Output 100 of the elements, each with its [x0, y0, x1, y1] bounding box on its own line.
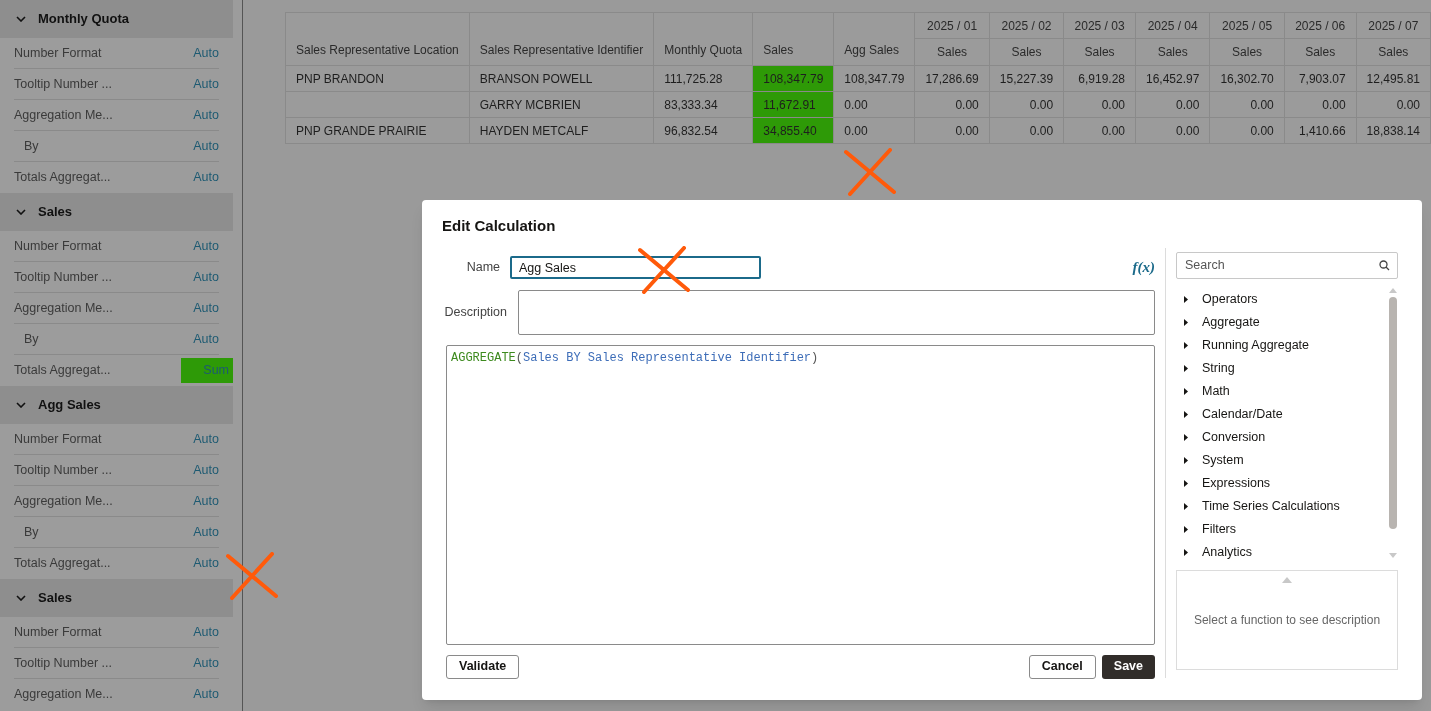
table-cell: 11,672.91: [752, 91, 834, 118]
expand-icon: [1184, 456, 1188, 464]
function-category[interactable]: Analytics: [1176, 540, 1388, 564]
function-category[interactable]: Calendar/Date: [1176, 402, 1388, 426]
table-cell: 0.00: [1135, 117, 1210, 144]
cross-mark-drawing: [636, 246, 692, 294]
table-cell: 17,286.69: [914, 65, 990, 92]
property-label: Totals Aggregat...: [14, 555, 111, 573]
section-header[interactable]: Sales: [0, 579, 233, 617]
scroll-up-icon[interactable]: [1389, 287, 1397, 293]
property-label: Tooltip Number ...: [14, 268, 112, 286]
chevron-icon: [16, 402, 26, 408]
property-label: Number Format: [14, 44, 102, 62]
description-label: Description: [443, 303, 508, 321]
column-header: 2025 / 02: [989, 12, 1064, 39]
cross-mark-drawing: [224, 552, 280, 600]
property-label: Tooltip Number ...: [14, 461, 112, 479]
function-category[interactable]: Running Aggregate: [1176, 333, 1388, 357]
table-cell: 1,410.66: [1284, 117, 1357, 144]
property-label: Totals Aggregat...: [14, 169, 111, 187]
table-cell: 7,903.07: [1284, 65, 1357, 92]
table-cell: 6,919.28: [1063, 65, 1136, 92]
function-category[interactable]: Operators: [1176, 287, 1388, 311]
property-label: Number Format: [14, 430, 102, 448]
table-cell: 0.00: [1209, 91, 1285, 118]
table-cell: 0.00: [914, 91, 990, 118]
formula-editor[interactable]: AGGREGATE(Sales BY Sales Representative Identifier): [446, 344, 1155, 645]
name-label: Name: [465, 259, 501, 277]
table-cell: BRANSON POWELL: [469, 65, 654, 92]
property-label: Number Format: [14, 237, 102, 255]
column-header: Sales: [752, 12, 834, 66]
function-category[interactable]: String: [1176, 356, 1388, 380]
expand-icon: [1184, 548, 1188, 556]
expand-icon: [1184, 525, 1188, 533]
property-label: Totals Aggregat...: [14, 362, 111, 380]
function-category[interactable]: Filters: [1176, 517, 1388, 541]
search-field[interactable]: Search: [1176, 251, 1398, 279]
chevron-icon: [16, 595, 26, 601]
table-cell: 12,495.81: [1356, 65, 1431, 92]
description-field[interactable]: [518, 289, 1155, 335]
table-cell: 108,347.79: [752, 65, 834, 92]
table-cell: 0.00: [914, 117, 990, 144]
function-category[interactable]: System: [1176, 448, 1388, 472]
column-header: Sales Representative Identifier: [469, 12, 654, 66]
property-label: By: [23, 330, 39, 348]
formula-button[interactable]: f(x): [1132, 256, 1155, 279]
property-label: By: [23, 137, 39, 155]
column-header: Sales: [989, 38, 1064, 66]
table-cell: 0.00: [1063, 117, 1136, 144]
column-header: 2025 / 03: [1063, 12, 1136, 39]
property-label: Tooltip Number ...: [14, 75, 112, 93]
dialog-title: Edit Calculation: [442, 216, 557, 236]
expand-icon: [1184, 318, 1188, 326]
expand-icon: [1184, 502, 1188, 510]
function-category[interactable]: Expressions: [1176, 471, 1388, 495]
column-header: Sales: [1356, 38, 1431, 66]
section-title: Monthly Quota: [38, 10, 129, 29]
function-category[interactable]: Conversion: [1176, 425, 1388, 449]
table-cell: 34,855.40: [752, 117, 834, 144]
table-cell: 0.00: [989, 91, 1064, 118]
table-cell: 16,452.97: [1135, 65, 1210, 92]
section-header[interactable]: Agg Sales: [0, 386, 233, 424]
column-header: Sales: [1209, 38, 1285, 66]
collapse-icon[interactable]: [1282, 576, 1292, 583]
property-label: By: [23, 523, 39, 541]
column-header: Sales: [914, 38, 990, 66]
table-cell: 0.00: [989, 117, 1064, 144]
expand-icon: [1184, 479, 1188, 487]
table-cell: PNP BRANDON: [285, 65, 470, 92]
scroll-down-icon[interactable]: [1389, 552, 1397, 558]
column-header: Monthly Quota: [653, 12, 753, 66]
table-cell: 15,227.39: [989, 65, 1064, 92]
table-cell: 96,832.54: [653, 117, 753, 144]
column-header: Sales Representative Location: [285, 12, 470, 66]
column-header: Sales: [1284, 38, 1357, 66]
expand-icon: [1184, 433, 1188, 441]
table-cell: HAYDEN METCALF: [469, 117, 654, 144]
name-field[interactable]: Agg Sales: [510, 256, 761, 279]
property-label: Number Format: [14, 623, 102, 641]
property-label: Aggregation Me...: [14, 106, 113, 124]
function-category[interactable]: Aggregate: [1176, 310, 1388, 334]
expand-icon: [1184, 341, 1188, 349]
expand-icon: [1184, 364, 1188, 372]
function-category[interactable]: Time Series Calculations: [1176, 494, 1388, 518]
table-cell: 0.00: [833, 117, 915, 144]
save-button[interactable]: Save: [1101, 654, 1155, 679]
table-cell: 0.00: [1284, 91, 1357, 118]
column-header: Sales: [1135, 38, 1210, 66]
cancel-button[interactable]: Cancel: [1028, 654, 1096, 679]
column-header: 2025 / 07: [1356, 12, 1431, 39]
section-header[interactable]: Monthly Quota: [0, 0, 233, 38]
validate-button[interactable]: Validate: [446, 654, 520, 679]
table-cell: 16,302.70: [1209, 65, 1285, 92]
section-header[interactable]: Sales: [0, 193, 233, 231]
cross-mark-drawing: [842, 148, 898, 196]
chevron-icon: [16, 209, 26, 215]
table-cell: 0.00: [1356, 91, 1431, 118]
function-category[interactable]: Math: [1176, 379, 1388, 403]
section-title: Sales: [38, 203, 72, 222]
table-cell: 0.00: [1209, 117, 1285, 144]
